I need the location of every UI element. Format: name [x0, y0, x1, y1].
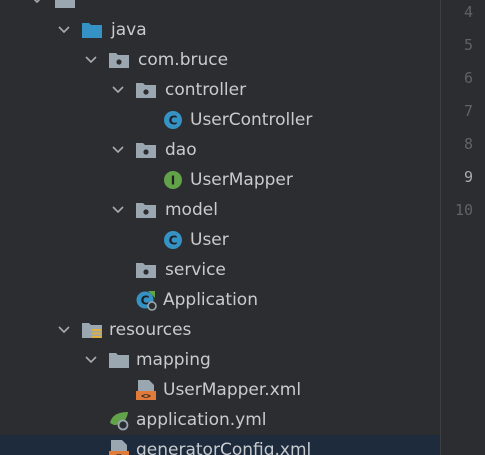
- package-icon: [135, 199, 157, 221]
- package-icon: [108, 49, 130, 71]
- chevron-down-icon[interactable]: [84, 53, 98, 67]
- tree-item-user[interactable]: C User: [0, 225, 440, 255]
- tree-item-label: resources: [109, 320, 192, 340]
- tree-item-user-controller[interactable]: C UserController: [0, 105, 440, 135]
- tree-item-service[interactable]: service: [0, 255, 440, 285]
- tree-item-generator-config-xml[interactable]: <> generatorConfig.xml: [0, 435, 440, 455]
- tree-item-dao[interactable]: dao: [0, 135, 440, 165]
- editor-gutter: 4 5 6 7 8 9 10: [441, 0, 485, 455]
- chevron-down-icon[interactable]: [57, 23, 71, 37]
- tree-item-label: generatorConfig.xml: [136, 440, 312, 455]
- chevron-down-icon[interactable]: [111, 203, 125, 217]
- tree-item-label: UserMapper: [190, 170, 293, 190]
- tree-item-application[interactable]: C Application: [0, 285, 440, 315]
- xml-file-icon: <>: [135, 379, 157, 401]
- xml-file-icon: <>: [108, 439, 130, 455]
- chevron-down-icon[interactable]: [111, 83, 125, 97]
- spring-config-file-icon: [108, 409, 130, 431]
- package-icon: [135, 139, 157, 161]
- chevron-down-icon[interactable]: [57, 323, 71, 337]
- java-class-icon: C: [162, 109, 184, 131]
- tree-item-label: com.bruce: [138, 50, 229, 70]
- tree-item-label: application.yml: [136, 410, 267, 430]
- ide-window: main java com.bruce: [0, 0, 485, 455]
- chevron-down-icon[interactable]: [84, 353, 98, 367]
- tree-item-label: model: [165, 200, 218, 220]
- svg-text:C: C: [169, 114, 178, 128]
- source-folder-icon: [81, 19, 103, 41]
- tree-item-label: Application: [163, 290, 258, 310]
- svg-text:<>: <>: [141, 392, 151, 401]
- tree-item-label: UserMapper.xml: [163, 380, 302, 400]
- tree-item-main[interactable]: main: [0, 0, 440, 15]
- tree-item-label: controller: [165, 80, 247, 100]
- tree-item-java[interactable]: java: [0, 15, 440, 45]
- tree-item-resources[interactable]: resources: [0, 315, 440, 345]
- line-number: 5: [463, 36, 473, 54]
- tree-item-application-yml[interactable]: application.yml: [0, 405, 440, 435]
- tree-item-user-mapper[interactable]: I UserMapper: [0, 165, 440, 195]
- tree-item-user-mapper-xml[interactable]: <> UserMapper.xml: [0, 375, 440, 405]
- tree-item-label: UserController: [190, 110, 313, 130]
- folder-icon: [54, 0, 76, 11]
- tree-item-label: service: [165, 260, 226, 280]
- svg-text:C: C: [169, 234, 178, 248]
- spring-boot-class-icon: C: [135, 289, 157, 311]
- svg-text:<>: <>: [114, 452, 124, 455]
- resources-folder-icon: [81, 319, 103, 341]
- chevron-down-icon[interactable]: [111, 143, 125, 157]
- package-icon: [135, 259, 157, 281]
- tree-item-model[interactable]: model: [0, 195, 440, 225]
- tree-item-label: java: [111, 20, 147, 40]
- line-number: 8: [463, 135, 473, 153]
- chevron-down-icon[interactable]: [30, 0, 44, 7]
- java-class-icon: C: [162, 229, 184, 251]
- tree-item-com-bruce[interactable]: com.bruce: [0, 45, 440, 75]
- tree-item-label: dao: [165, 140, 197, 160]
- tree-item-label: mapping: [136, 350, 211, 370]
- java-interface-icon: I: [162, 169, 184, 191]
- svg-text:I: I: [171, 174, 175, 188]
- tree-item-mapping[interactable]: mapping: [0, 345, 440, 375]
- tree-item-label: User: [190, 230, 229, 250]
- current-line-number: 9: [463, 168, 473, 186]
- line-number: 10: [454, 201, 473, 219]
- package-icon: [135, 79, 157, 101]
- line-number: 7: [463, 102, 473, 120]
- project-tree: main java com.bruce: [0, 0, 440, 455]
- line-number: 6: [463, 69, 473, 87]
- line-number: 4: [463, 3, 473, 21]
- tree-item-controller[interactable]: controller: [0, 75, 440, 105]
- folder-icon: [108, 349, 130, 371]
